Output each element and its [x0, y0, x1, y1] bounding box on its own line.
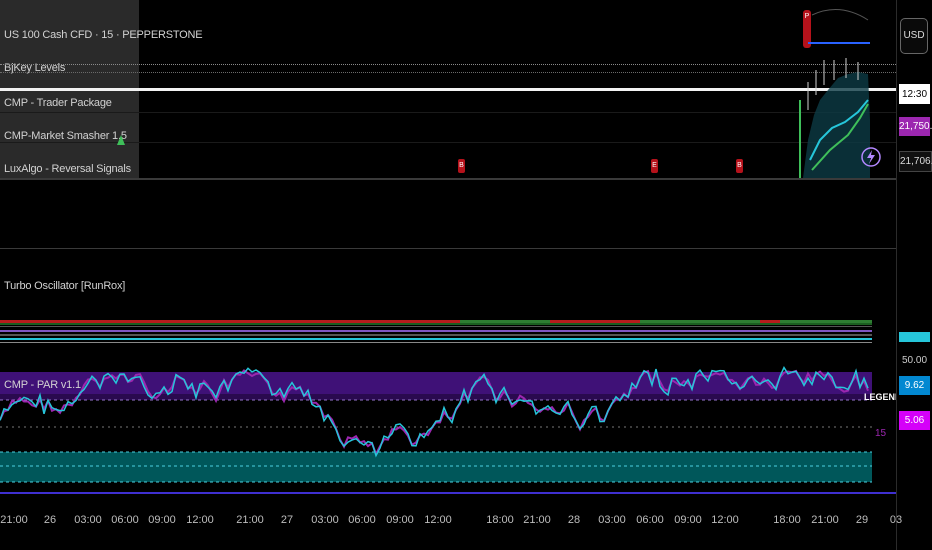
time-label: 03:00	[311, 514, 339, 526]
time-label: 18:00	[773, 514, 801, 526]
time-label: 09:00	[386, 514, 414, 526]
par-title[interactable]: CMP - PAR v1.1	[4, 379, 81, 391]
time-label: 21:00	[523, 514, 551, 526]
chart-canvas	[0, 9, 881, 483]
time-label: 12:00	[186, 514, 214, 526]
time-label: 21:00	[811, 514, 839, 526]
recent-price-area	[799, 9, 881, 178]
osc-value-tag	[899, 332, 930, 342]
time-label: 27	[280, 514, 294, 526]
time-label: 09:00	[148, 514, 176, 526]
time-label: 06:00	[111, 514, 139, 526]
oscillator-strips	[0, 320, 872, 343]
time-label: 21:00	[236, 514, 264, 526]
time-tag: 12:30	[899, 85, 930, 104]
time-label: 03:00	[74, 514, 102, 526]
time-label: 12:00	[711, 514, 739, 526]
price-axis[interactable]	[896, 0, 932, 550]
time-label: 18:00	[486, 514, 514, 526]
time-label: 03:00	[598, 514, 626, 526]
time-label: 26	[43, 514, 57, 526]
time-label: 12:00	[424, 514, 452, 526]
par-value-purple: 5.06	[899, 411, 930, 430]
price-tag-dark: 21,706.3	[899, 151, 932, 172]
time-label: 21:00	[0, 514, 28, 526]
time-label: 29	[855, 514, 869, 526]
time-label: 28	[567, 514, 581, 526]
par-axis-top: 50.00	[901, 355, 928, 366]
time-label: 06:00	[348, 514, 376, 526]
price-tag-purple: 21,750.9	[899, 117, 932, 136]
level-label: 15	[875, 428, 887, 439]
up-arrow-icon	[117, 135, 125, 145]
time-label: 09:00	[674, 514, 702, 526]
currency-button[interactable]: USD	[900, 18, 928, 54]
par-value-cyan: 9.62	[899, 376, 930, 395]
time-label: 06:00	[636, 514, 664, 526]
time-label: 03	[889, 514, 903, 526]
